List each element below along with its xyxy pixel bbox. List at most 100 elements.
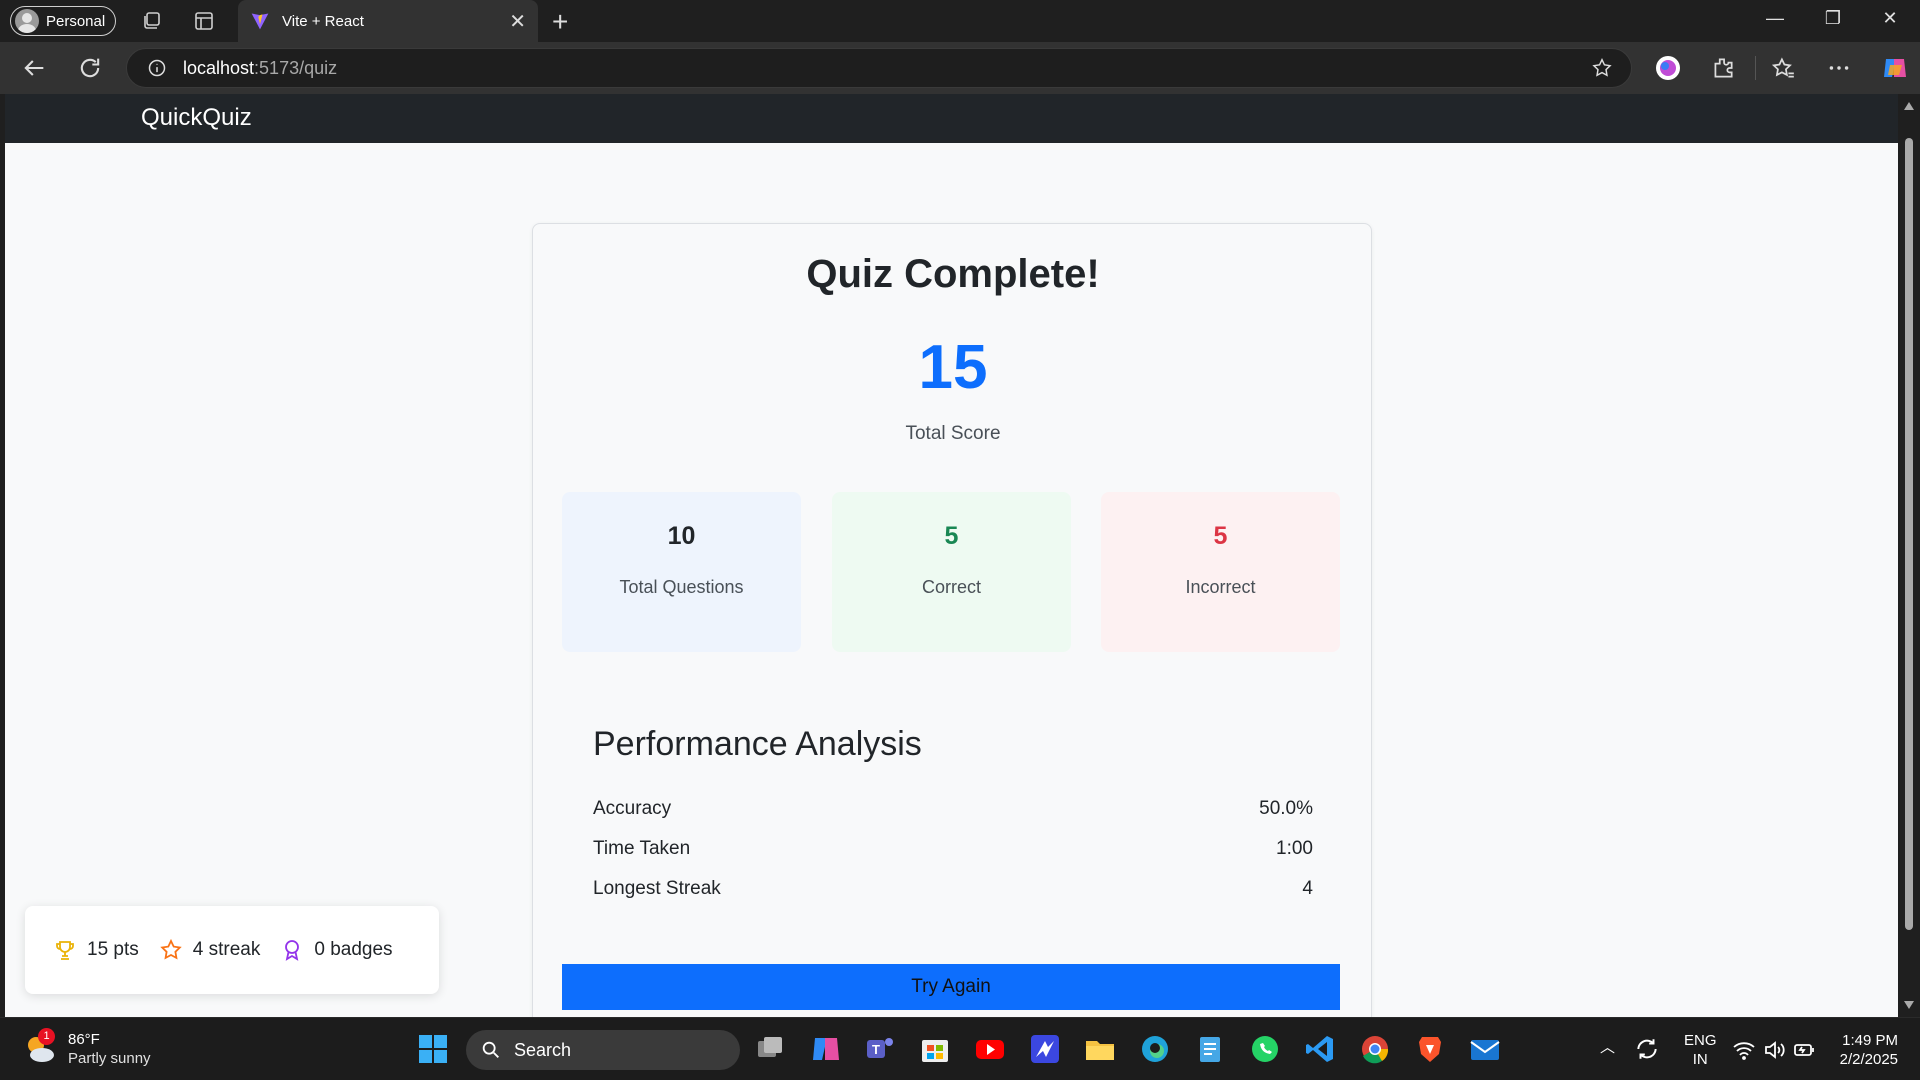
- youtube-icon[interactable]: [973, 1032, 1007, 1066]
- vscode-icon[interactable]: [1303, 1032, 1337, 1066]
- award-icon: [285, 940, 300, 961]
- stat-incorrect: 5 Incorrect: [1101, 492, 1340, 652]
- file-explorer-icon[interactable]: [1083, 1032, 1117, 1066]
- weather-widget[interactable]: 1 86°F Partly sunny: [22, 1028, 151, 1068]
- workspaces-icon[interactable]: [140, 9, 164, 33]
- teams-icon[interactable]: T: [863, 1032, 897, 1066]
- search-icon: [482, 1041, 499, 1058]
- tab-title: Vite + React: [282, 12, 364, 30]
- show-hidden-icons-icon[interactable]: ︿: [1600, 1036, 1615, 1057]
- browser-titlebar: Personal Vite + React ✕ + — ❐ ✕: [0, 0, 1920, 42]
- weather-badge: 1: [38, 1028, 55, 1045]
- performance-row-time: Time Taken 1:00: [593, 838, 1313, 860]
- weather-temp: 86°F: [68, 1031, 100, 1048]
- wifi-icon[interactable]: [1732, 1038, 1756, 1062]
- points-value: 15 pts: [87, 939, 139, 960]
- microsoft-store-icon[interactable]: [918, 1032, 952, 1066]
- search-label: Search: [514, 1039, 572, 1060]
- scroll-up-icon[interactable]: [1904, 102, 1914, 110]
- copilot-app-icon[interactable]: [809, 1032, 843, 1066]
- profile-avatar-icon: [15, 9, 39, 33]
- results-card: Quiz Complete! 15 Total Score 10 Total Q…: [532, 223, 1372, 1017]
- toolbar-separator: [1755, 56, 1756, 80]
- task-view-icon[interactable]: [753, 1032, 787, 1066]
- vite-logo-icon: [251, 13, 269, 30]
- tab-actions-icon[interactable]: [192, 9, 216, 33]
- favorites-icon[interactable]: [1770, 55, 1796, 81]
- streak-stat: 4 streak: [159, 938, 261, 962]
- results-title: Quiz Complete!: [806, 252, 1100, 296]
- page-scrollbar[interactable]: [1898, 94, 1920, 1017]
- weather-desc: Partly sunny: [68, 1050, 151, 1067]
- minimize-icon[interactable]: —: [1748, 8, 1802, 29]
- performance-label: Longest Streak: [593, 878, 721, 899]
- page-viewport: QuickQuiz Quiz Complete! 15 Total Score …: [5, 94, 1898, 1017]
- more-options-icon[interactable]: [1826, 55, 1852, 81]
- whatsapp-icon[interactable]: [1248, 1032, 1282, 1066]
- badges-value: 0 badges: [314, 939, 393, 960]
- trophy-icon: [56, 941, 74, 960]
- favorite-star-icon[interactable]: [1591, 57, 1613, 79]
- scrollbar-thumb[interactable]: [1905, 138, 1913, 930]
- performance-title: Performance Analysis: [593, 725, 922, 763]
- total-score-value: 15: [918, 333, 988, 402]
- chrome-icon[interactable]: [1358, 1032, 1392, 1066]
- performance-row-accuracy: Accuracy 50.0%: [593, 798, 1313, 820]
- profile-label: Personal: [46, 12, 106, 30]
- restore-icon[interactable]: ❐: [1806, 8, 1860, 29]
- windows-taskbar: 1 86°F Partly sunny Search T ︿ ENG IN 1:…: [0, 1017, 1920, 1080]
- address-toolbar: localhost:5173/quiz: [0, 42, 1920, 94]
- try-again-button[interactable]: Try Again: [562, 964, 1340, 1010]
- edge-icon[interactable]: [1138, 1032, 1172, 1066]
- mail-icon[interactable]: [1468, 1032, 1502, 1066]
- stat-label: Total Questions: [619, 577, 744, 597]
- language-indicator[interactable]: ENG IN: [1684, 1031, 1717, 1069]
- close-window-icon[interactable]: ✕: [1863, 8, 1917, 29]
- refresh-icon[interactable]: [76, 54, 104, 82]
- copilot-icon[interactable]: [1880, 53, 1910, 83]
- battery-icon[interactable]: [1792, 1038, 1816, 1062]
- profile-button[interactable]: Personal: [10, 6, 117, 36]
- windows-start-icon[interactable]: [416, 1032, 450, 1066]
- performance-label: Accuracy: [593, 798, 672, 819]
- new-tab-icon[interactable]: +: [552, 6, 568, 38]
- back-icon[interactable]: [20, 54, 48, 82]
- stat-label: Incorrect: [1185, 577, 1256, 597]
- scroll-down-icon[interactable]: [1904, 1001, 1914, 1009]
- copilot-profile-icon[interactable]: [1655, 55, 1681, 81]
- performance-value: 50.0%: [1259, 798, 1313, 819]
- total-score-label: Total Score: [905, 423, 1001, 444]
- svg-text:T: T: [872, 1042, 880, 1057]
- brave-icon[interactable]: [1413, 1032, 1447, 1066]
- system-clock[interactable]: 1:49 PM 2/2/2025: [1840, 1031, 1898, 1069]
- url-path: :5173/quiz: [254, 57, 338, 78]
- performance-value: 4: [1302, 878, 1313, 899]
- clock-date: 2/2/2025: [1839, 1051, 1898, 1068]
- stat-label: Correct: [921, 577, 981, 597]
- streak-value: 4 streak: [192, 939, 261, 960]
- stat-value: 5: [1213, 522, 1228, 550]
- clock-time: 1:49 PM: [1842, 1032, 1898, 1049]
- user-stats-widget: 15 pts 4 streak 0 badges: [25, 906, 439, 994]
- vs-app-icon[interactable]: [1028, 1032, 1062, 1066]
- site-info-icon[interactable]: [147, 58, 167, 78]
- performance-value: 1:00: [1276, 838, 1313, 859]
- stat-correct: 5 Correct: [832, 492, 1071, 652]
- address-bar[interactable]: localhost:5173/quiz: [126, 48, 1632, 88]
- volume-icon[interactable]: [1762, 1038, 1786, 1062]
- badges-stat: 0 badges: [280, 938, 393, 962]
- performance-label: Time Taken: [593, 838, 691, 859]
- star-icon: [160, 938, 182, 960]
- tab-vite-react[interactable]: Vite + React ✕: [238, 0, 538, 42]
- notepad-icon[interactable]: [1193, 1032, 1227, 1066]
- close-tab-icon[interactable]: ✕: [509, 9, 526, 34]
- performance-row-streak: Longest Streak 4: [593, 878, 1313, 900]
- app-navbar: QuickQuiz: [5, 94, 1898, 143]
- lang-bottom: IN: [1692, 1051, 1708, 1068]
- app-brand[interactable]: QuickQuiz: [141, 94, 252, 142]
- partly-sunny-icon: 1: [22, 1028, 58, 1067]
- taskbar-search[interactable]: Search: [466, 1030, 740, 1070]
- points-stat: 15 pts: [53, 938, 139, 962]
- extensions-icon[interactable]: [1710, 55, 1736, 81]
- sync-icon[interactable]: [1634, 1036, 1660, 1062]
